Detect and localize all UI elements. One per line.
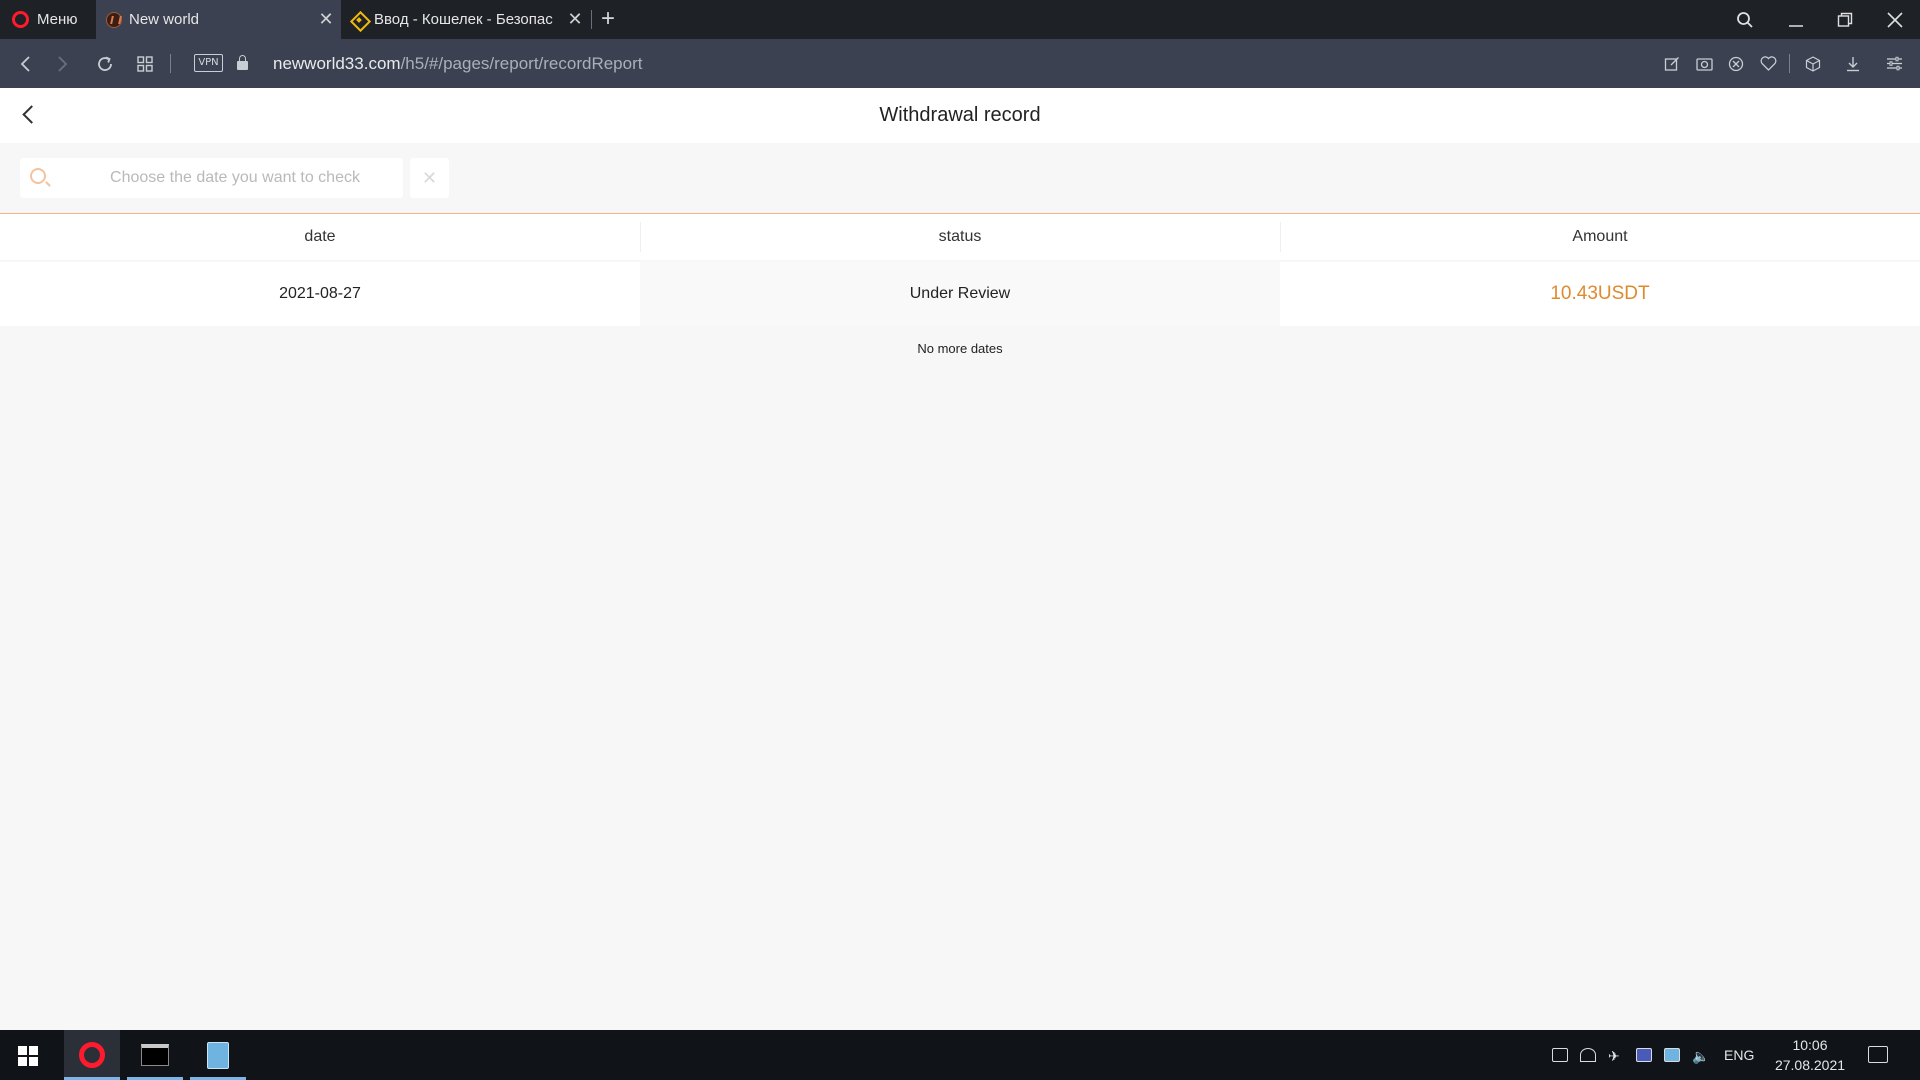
bookmark-heart-icon[interactable] bbox=[1753, 39, 1783, 88]
table-header: date status Amount bbox=[0, 214, 1920, 260]
new-world-favicon-icon bbox=[106, 11, 122, 28]
back-nav-icon[interactable] bbox=[10, 39, 40, 88]
forward-nav-icon[interactable] bbox=[48, 39, 78, 88]
notification-center-icon[interactable] bbox=[1868, 1046, 1888, 1063]
column-header-amount: Amount bbox=[1280, 214, 1920, 260]
reload-icon[interactable] bbox=[90, 39, 120, 88]
menu-label: Меню bbox=[37, 11, 78, 28]
clock[interactable]: 10:06 27.08.2021 bbox=[1760, 1035, 1860, 1075]
cell-date: 2021-08-27 bbox=[0, 262, 640, 326]
taskbar-opera-app[interactable] bbox=[64, 1030, 120, 1080]
search-box[interactable] bbox=[20, 158, 403, 198]
date-search-input[interactable] bbox=[70, 158, 400, 198]
extension-cube-icon[interactable] bbox=[1798, 39, 1828, 88]
notes-icon bbox=[207, 1041, 229, 1069]
send-icon[interactable] bbox=[1657, 39, 1687, 88]
address-divider bbox=[170, 54, 171, 73]
opera-icon bbox=[79, 1042, 105, 1068]
restore-icon[interactable] bbox=[1822, 0, 1868, 39]
search-bar: ✕ bbox=[0, 143, 1920, 213]
snapshot-camera-icon[interactable] bbox=[1689, 39, 1719, 88]
language-indicator[interactable]: ENG bbox=[1724, 1047, 1754, 1063]
lock-icon[interactable] bbox=[237, 55, 248, 70]
network-icon[interactable] bbox=[1580, 1048, 1596, 1062]
new-tab-button[interactable]: + bbox=[594, 0, 622, 39]
vpn-badge[interactable]: VPN bbox=[194, 54, 223, 72]
display-icon[interactable] bbox=[1636, 1048, 1652, 1062]
url-field[interactable]: newworld33.com/h5/#/pages/report/recordR… bbox=[273, 39, 642, 88]
tab-close-icon[interactable]: ✕ bbox=[311, 9, 341, 30]
app-header: Withdrawal record bbox=[0, 88, 1920, 143]
taskbar-notes-app[interactable] bbox=[190, 1030, 246, 1080]
clock-time: 10:06 bbox=[1792, 1037, 1828, 1053]
column-header-date: date bbox=[304, 228, 336, 245]
easy-setup-icon[interactable] bbox=[1879, 39, 1909, 88]
battery-icon[interactable] bbox=[1552, 1048, 1568, 1062]
download-icon[interactable] bbox=[1838, 39, 1868, 88]
cell-amount: 10.43USDT bbox=[1280, 262, 1920, 326]
clock-date: 27.08.2021 bbox=[1774, 1057, 1846, 1073]
column-header-status: status bbox=[640, 214, 1280, 260]
url-host: newworld33.com bbox=[273, 54, 401, 73]
opera-logo-icon bbox=[12, 11, 29, 28]
tab-wallet[interactable]: Ввод - Кошелек - Безопас ✕ bbox=[345, 0, 590, 39]
tray-app-icon[interactable] bbox=[1664, 1048, 1680, 1062]
taskbar-terminal-app[interactable] bbox=[127, 1030, 183, 1080]
binance-favicon-icon bbox=[351, 12, 367, 28]
tab-divider bbox=[591, 10, 592, 29]
cell-status: Under Review bbox=[640, 262, 1280, 326]
close-window-icon[interactable] bbox=[1872, 0, 1918, 39]
address-divider bbox=[1789, 54, 1790, 73]
page-title: Withdrawal record bbox=[879, 104, 1041, 126]
volume-icon[interactable]: 🔈 bbox=[1692, 1048, 1709, 1064]
search-tabs-icon[interactable] bbox=[1722, 0, 1768, 39]
url-path: /h5/#/pages/report/recordReport bbox=[400, 54, 643, 73]
opera-menu-button[interactable]: Меню bbox=[0, 0, 95, 39]
search-icon bbox=[30, 168, 46, 184]
taskbar: ✈ 🔈 ENG 10:06 27.08.2021 bbox=[0, 1030, 1920, 1080]
minimize-icon[interactable] bbox=[1773, 0, 1819, 39]
tab-title: New world bbox=[129, 11, 200, 28]
windows-start-icon[interactable] bbox=[18, 1046, 38, 1066]
airplane-icon[interactable]: ✈ bbox=[1608, 1048, 1624, 1064]
address-bar: VPN newworld33.com/h5/#/pages/report/rec… bbox=[0, 39, 1920, 88]
no-more-message: No more dates bbox=[917, 341, 1003, 356]
tab-close-icon[interactable]: ✕ bbox=[560, 9, 590, 30]
ad-block-icon[interactable] bbox=[1721, 39, 1751, 88]
table-row[interactable]: 2021-08-27 Under Review 10.43USDT bbox=[0, 262, 1920, 326]
back-arrow-icon[interactable] bbox=[18, 102, 42, 128]
speed-dial-icon[interactable] bbox=[130, 39, 160, 88]
browser-tab-strip: Меню New world ✕ Ввод - Кошелек - Безопа… bbox=[0, 0, 1920, 39]
system-tray: ✈ 🔈 ENG bbox=[1546, 1030, 1754, 1080]
clear-search-button[interactable]: ✕ bbox=[410, 158, 449, 198]
tab-new-world[interactable]: New world ✕ bbox=[96, 0, 341, 39]
tab-title: Ввод - Кошелек - Безопас bbox=[374, 11, 553, 28]
terminal-icon bbox=[141, 1044, 169, 1066]
